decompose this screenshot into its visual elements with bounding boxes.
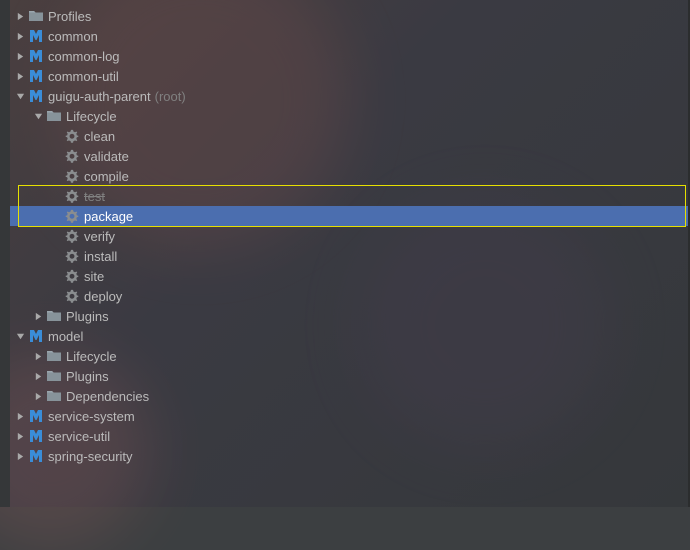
folder-icon: [46, 348, 62, 364]
tree-item-label: common-util: [48, 69, 119, 84]
tree-item-package[interactable]: package: [10, 206, 688, 226]
gear-icon: [64, 148, 80, 164]
expand-arrow-icon[interactable]: [32, 350, 44, 362]
tree-item-hint: (root): [155, 89, 186, 104]
tree-item-dependencies[interactable]: Dependencies: [10, 386, 688, 406]
maven-icon: [28, 408, 44, 424]
maven-icon: [28, 28, 44, 44]
tree-item-label: install: [84, 249, 117, 264]
expand-arrow-icon[interactable]: [14, 430, 26, 442]
expand-arrow-icon[interactable]: [32, 310, 44, 322]
expand-arrow-icon[interactable]: [14, 30, 26, 42]
tree-item-plugins[interactable]: Plugins: [10, 306, 688, 326]
gear-icon: [64, 128, 80, 144]
gear-icon: [64, 208, 80, 224]
maven-icon: [28, 68, 44, 84]
tree-item-label: Lifecycle: [66, 109, 117, 124]
tree-item-validate[interactable]: validate: [10, 146, 688, 166]
tree-item-test[interactable]: test: [10, 186, 688, 206]
tree-item-profiles[interactable]: Profiles: [10, 6, 688, 26]
tree-item-label: deploy: [84, 289, 122, 304]
folder-icon: [46, 308, 62, 324]
gear-icon: [64, 228, 80, 244]
tree-item-model[interactable]: model: [10, 326, 688, 346]
expand-arrow-icon[interactable]: [32, 390, 44, 402]
tree-item-site[interactable]: site: [10, 266, 688, 286]
tree-item-deploy[interactable]: deploy: [10, 286, 688, 306]
tree-item-label: test: [84, 189, 105, 204]
tree-item-compile[interactable]: compile: [10, 166, 688, 186]
tree-item-label: Plugins: [66, 309, 109, 324]
gutter-left: [0, 0, 10, 507]
tree-item-label: service-system: [48, 409, 135, 424]
tree-item-common-log[interactable]: common-log: [10, 46, 688, 66]
tree-item-guigu-auth-parent[interactable]: guigu-auth-parent (root): [10, 86, 688, 106]
tree-item-label: compile: [84, 169, 129, 184]
expand-arrow-icon[interactable]: [32, 370, 44, 382]
maven-icon: [28, 328, 44, 344]
tree-item-label: clean: [84, 129, 115, 144]
folder-icon: [28, 8, 44, 24]
gear-icon: [64, 288, 80, 304]
tree-item-label: Dependencies: [66, 389, 149, 404]
tree-item-label: spring-security: [48, 449, 133, 464]
maven-icon: [28, 48, 44, 64]
collapse-arrow-icon[interactable]: [14, 330, 26, 342]
expand-arrow-icon[interactable]: [14, 50, 26, 62]
gear-icon: [64, 268, 80, 284]
expand-arrow-icon[interactable]: [14, 410, 26, 422]
gear-icon: [64, 248, 80, 264]
collapse-arrow-icon[interactable]: [14, 90, 26, 102]
tree-item-label: guigu-auth-parent: [48, 89, 151, 104]
tree-item-label: validate: [84, 149, 129, 164]
gear-icon: [64, 188, 80, 204]
tree-item-service-system[interactable]: service-system: [10, 406, 688, 426]
tree-item-lifecycle[interactable]: Lifecycle: [10, 346, 688, 366]
expand-arrow-icon[interactable]: [14, 450, 26, 462]
tree-item-lifecycle[interactable]: Lifecycle: [10, 106, 688, 126]
tree-item-label: common: [48, 29, 98, 44]
gear-icon: [64, 168, 80, 184]
tree-item-clean[interactable]: clean: [10, 126, 688, 146]
tree-item-install[interactable]: install: [10, 246, 688, 266]
maven-tree: Profiles common common-log common-util guigu…: [10, 6, 688, 466]
tree-item-label: Lifecycle: [66, 349, 117, 364]
tree-item-label: Plugins: [66, 369, 109, 384]
tree-item-label: common-log: [48, 49, 120, 64]
tree-item-common[interactable]: common: [10, 26, 688, 46]
tree-item-verify[interactable]: verify: [10, 226, 688, 246]
folder-icon: [46, 388, 62, 404]
tree-item-plugins[interactable]: Plugins: [10, 366, 688, 386]
folder-icon: [46, 108, 62, 124]
maven-icon: [28, 448, 44, 464]
expand-arrow-icon[interactable]: [14, 10, 26, 22]
folder-icon: [46, 368, 62, 384]
tree-item-label: service-util: [48, 429, 110, 444]
tree-item-label: model: [48, 329, 83, 344]
tree-item-label: Profiles: [48, 9, 91, 24]
tree-item-service-util[interactable]: service-util: [10, 426, 688, 446]
expand-arrow-icon[interactable]: [14, 70, 26, 82]
tree-item-common-util[interactable]: common-util: [10, 66, 688, 86]
tree-item-label: site: [84, 269, 104, 284]
tree-item-label: package: [84, 209, 133, 224]
tree-item-label: verify: [84, 229, 115, 244]
collapse-arrow-icon[interactable]: [32, 110, 44, 122]
tree-item-spring-security[interactable]: spring-security: [10, 446, 688, 466]
maven-icon: [28, 428, 44, 444]
maven-icon: [28, 88, 44, 104]
